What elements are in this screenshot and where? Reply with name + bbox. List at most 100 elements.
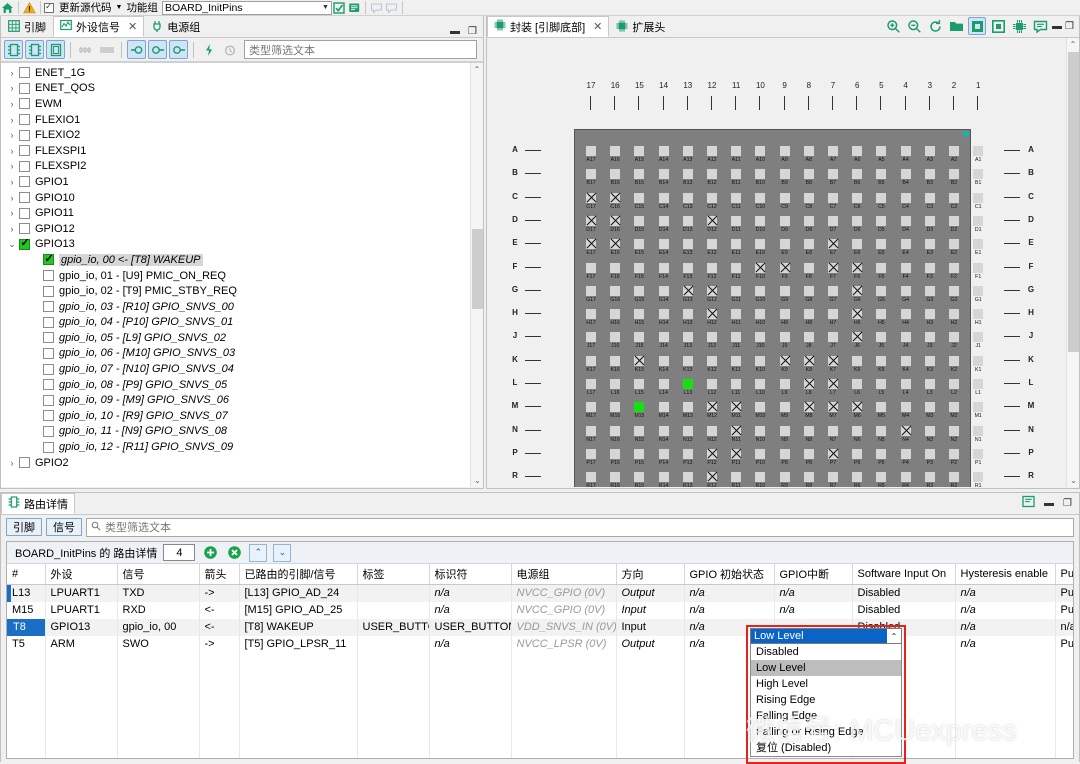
- table-row[interactable]: M15 LPUART1 RXD <- [M15] GPIO_AD_25 n/a NVCC_G…: [7, 601, 1073, 619]
- show-package-icon[interactable]: [46, 40, 65, 59]
- package-ball[interactable]: [900, 262, 911, 273]
- package-ball[interactable]: [924, 192, 935, 203]
- cell-direction[interactable]: Input: [616, 618, 685, 636]
- package-ball[interactable]: [707, 332, 717, 343]
- package-ball[interactable]: [634, 146, 645, 156]
- package-ball[interactable]: [731, 402, 742, 413]
- package-ball[interactable]: [924, 472, 935, 483]
- package-ball[interactable]: [949, 146, 959, 156]
- package-ball[interactable]: [900, 146, 911, 156]
- package-ball[interactable]: [803, 448, 814, 459]
- package-ball[interactable]: [973, 448, 984, 459]
- package-ball[interactable]: [610, 215, 621, 226]
- package-ball[interactable]: [707, 355, 717, 366]
- package-ball[interactable]: [731, 192, 742, 203]
- package-ball[interactable]: [803, 285, 814, 296]
- dropdown-option[interactable]: 复位 (Disabled): [751, 740, 901, 756]
- package-ball[interactable]: [828, 472, 838, 483]
- package-ball[interactable]: [682, 448, 693, 459]
- package-ball[interactable]: [731, 262, 742, 273]
- column-header[interactable]: 外设: [45, 564, 118, 585]
- move-up-icon[interactable]: ⌃: [249, 543, 268, 562]
- toggle-signals-button[interactable]: 信号: [46, 518, 82, 536]
- package-ball[interactable]: [852, 146, 863, 156]
- package-ball[interactable]: [755, 332, 766, 343]
- package-ball[interactable]: [852, 262, 863, 273]
- tree-item-checkbox[interactable]: [19, 82, 30, 94]
- power-bolt-icon[interactable]: [199, 40, 218, 59]
- apply-icon[interactable]: [332, 1, 347, 15]
- package-ball[interactable]: [610, 239, 621, 250]
- scroll-up-icon[interactable]: ⌃: [471, 63, 483, 76]
- package-ball[interactable]: [949, 448, 959, 459]
- column-header[interactable]: 箭头: [199, 564, 240, 585]
- package-ball[interactable]: [803, 169, 814, 180]
- package-ball[interactable]: [586, 309, 596, 320]
- package-ball[interactable]: [707, 402, 717, 413]
- package-ball[interactable]: [682, 309, 693, 320]
- package-ball[interactable]: [876, 239, 887, 250]
- package-ball[interactable]: [852, 285, 863, 296]
- package-ball[interactable]: [924, 146, 935, 156]
- cell-hysteresis[interactable]: n/a: [955, 584, 1056, 602]
- package-ball[interactable]: [852, 192, 863, 203]
- tree-item-checkbox[interactable]: [43, 363, 54, 375]
- column-header[interactable]: #: [7, 564, 46, 585]
- cell-index[interactable]: T8: [7, 618, 46, 636]
- package-ball[interactable]: [779, 146, 790, 156]
- package-ball[interactable]: [682, 402, 693, 413]
- tree-item-checkbox[interactable]: [19, 67, 30, 79]
- cell-index[interactable]: M15: [7, 601, 46, 619]
- package-ball[interactable]: [973, 146, 984, 156]
- show-signals-icon[interactable]: [25, 40, 44, 59]
- package-ball[interactable]: [634, 262, 645, 273]
- cell-peripheral[interactable]: ARM: [45, 635, 118, 653]
- cell-gpio-init[interactable]: n/a: [684, 584, 775, 602]
- chevron-right-icon[interactable]: ›: [5, 224, 19, 234]
- package-ball[interactable]: [803, 146, 814, 156]
- tree-item[interactable]: › GPIO11: [1, 205, 483, 221]
- package-ball[interactable]: [586, 402, 596, 413]
- package-ball[interactable]: [682, 146, 693, 156]
- package-ball[interactable]: [658, 169, 669, 180]
- package-ball[interactable]: [949, 285, 959, 296]
- package-ball[interactable]: [924, 402, 935, 413]
- package-ball[interactable]: [586, 448, 596, 459]
- chevron-down-icon[interactable]: ⌄: [5, 239, 19, 250]
- cell-label[interactable]: [357, 601, 430, 619]
- column-header[interactable]: GPIO 初始状态: [684, 564, 775, 585]
- package-ball[interactable]: [852, 332, 863, 343]
- package-ball[interactable]: [828, 309, 838, 320]
- package-ball[interactable]: [828, 285, 838, 296]
- cell-direction[interactable]: Output: [616, 635, 685, 653]
- package-ball[interactable]: [876, 332, 887, 343]
- package-ball[interactable]: [586, 169, 596, 180]
- tree-item[interactable]: › ENET_1G: [1, 65, 483, 81]
- cell-routed[interactable]: [L13] GPIO_AD_24: [239, 584, 358, 602]
- package-ball[interactable]: [900, 192, 911, 203]
- tree-item-checkbox[interactable]: [43, 332, 54, 344]
- zoom-out-icon[interactable]: [905, 17, 923, 35]
- package-ball[interactable]: [707, 239, 717, 250]
- chevron-right-icon[interactable]: ›: [5, 68, 19, 78]
- package-ball[interactable]: [852, 448, 863, 459]
- package-ball[interactable]: [634, 332, 645, 343]
- function-group-combo[interactable]: BOARD_InitPins ▼: [161, 0, 332, 15]
- package-ball[interactable]: [876, 285, 887, 296]
- package-ball[interactable]: [755, 309, 766, 320]
- add-icon[interactable]: [201, 544, 219, 562]
- package-ball[interactable]: [828, 262, 838, 273]
- package-ball[interactable]: [610, 309, 621, 320]
- package-ball[interactable]: [682, 262, 693, 273]
- cell-peripheral[interactable]: GPIO13: [45, 618, 118, 636]
- package-ball[interactable]: [586, 379, 596, 389]
- package-ball[interactable]: [658, 215, 669, 226]
- package-ball[interactable]: [658, 309, 669, 320]
- tree-item[interactable]: › gpio_io, 12 - [R11] GPIO_SNVS_09: [1, 439, 483, 455]
- package-ball[interactable]: [828, 332, 838, 343]
- package-ball[interactable]: [876, 402, 887, 413]
- package-ball[interactable]: [924, 262, 935, 273]
- tree-item[interactable]: › gpio_io, 03 - [R10] GPIO_SNVS_00: [1, 299, 483, 315]
- package-ball[interactable]: [610, 402, 621, 413]
- tree-item-checkbox[interactable]: [43, 394, 54, 406]
